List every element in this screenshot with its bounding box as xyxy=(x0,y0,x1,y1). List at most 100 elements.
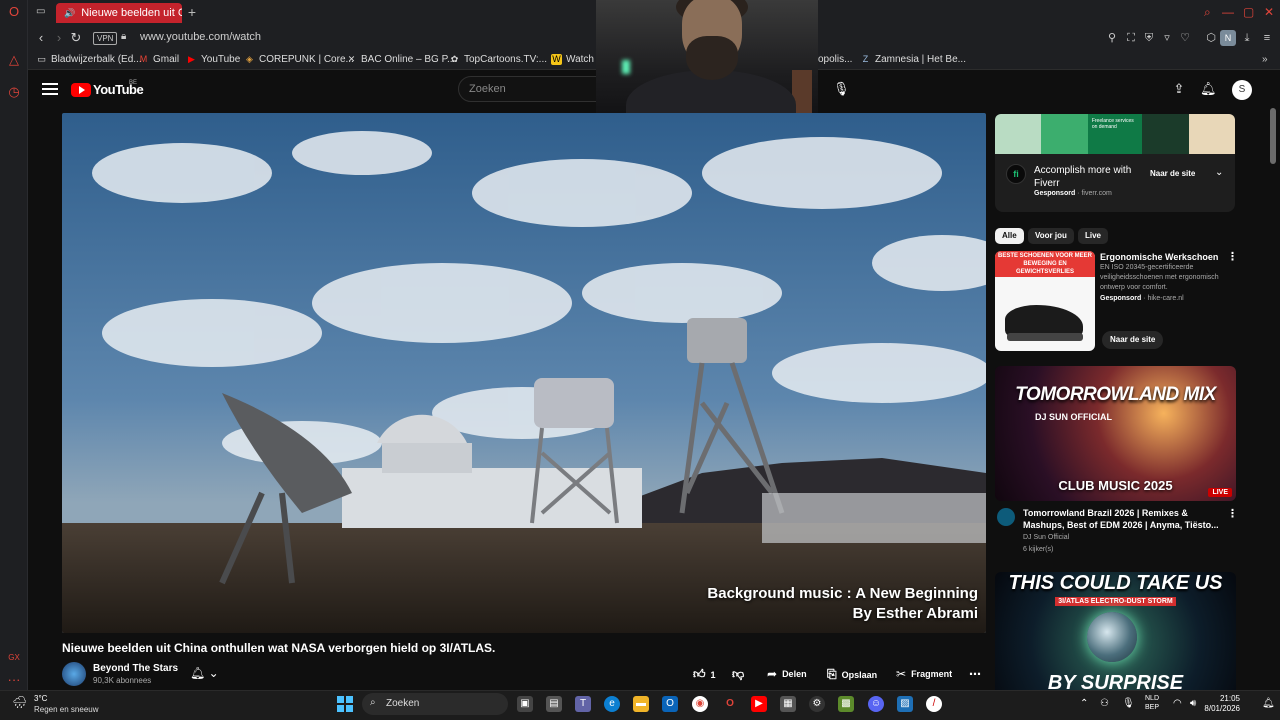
next-video-thumbnail[interactable]: THIS COULD TAKE US 3I/ATLAS ELECTRO-DUST… xyxy=(995,572,1236,690)
bookmark-opolis[interactable]: opolis... xyxy=(818,54,852,65)
vpn-badge[interactable]: VPN xyxy=(93,32,118,45)
more-icon[interactable]: ··· xyxy=(6,672,22,688)
lock-icon[interactable]: 🔒︎ xyxy=(121,31,126,42)
reload-icon[interactable]: ↻ xyxy=(68,30,84,46)
channel-avatar[interactable] xyxy=(62,662,86,686)
app-icon[interactable]: / xyxy=(926,696,942,712)
tray-mic-icon[interactable]: 🎙︎ xyxy=(1122,698,1135,709)
maximize-icon[interactable]: ▢ xyxy=(1243,5,1254,19)
extensions-icon[interactable]: ⬡ xyxy=(1204,31,1218,45)
bookmarks-overflow-icon[interactable]: » xyxy=(1262,54,1268,65)
heart-icon[interactable]: ♡ xyxy=(1178,31,1192,45)
opera-logo-icon[interactable]: O xyxy=(6,4,22,20)
shield-icon[interactable]: ⛨ xyxy=(1142,31,1156,45)
live-video-thumbnail[interactable]: TOMORROWLAND MIX DJ SUN OFFICIAL CLUB MU… xyxy=(995,366,1236,501)
history-icon[interactable]: ◷ xyxy=(6,84,22,100)
live-channel-avatar[interactable] xyxy=(997,508,1015,526)
search-tabs-icon[interactable]: ⌕ xyxy=(1204,5,1211,20)
dislike-button[interactable]: 👎︎ xyxy=(732,667,744,682)
chrome-icon[interactable]: ◉ xyxy=(692,696,708,712)
ad-cta-button[interactable]: Naar de site xyxy=(1150,169,1195,178)
weather-icon[interactable]: 🌧︎ xyxy=(12,694,30,710)
tab-active[interactable]: 🔊 Nieuwe beelden uit Chi xyxy=(56,3,182,23)
forward-icon[interactable]: › xyxy=(51,30,67,46)
tab-menu-icon[interactable]: ▭ xyxy=(36,6,48,18)
easy-setup-icon[interactable]: ≡ xyxy=(1260,31,1274,45)
save-button[interactable]: ⎘ Opslaan xyxy=(827,667,877,682)
bookmark-bac[interactable]: ✕ BAC Online – BG P... xyxy=(346,54,456,65)
microphone-icon[interactable]: 🎙︎ xyxy=(833,81,850,97)
shoe-ad-thumbnail[interactable]: BESTE SCHOENEN VOOR MEER BEWEGING EN GEW… xyxy=(995,251,1095,351)
chip-for-you[interactable]: Voor jou xyxy=(1028,228,1074,244)
file-explorer-icon[interactable]: ▬ xyxy=(633,696,649,712)
bookmark-corepunk[interactable]: ◈ COREPUNK | Core... xyxy=(244,54,354,65)
snapshot-icon[interactable]: ⛶ xyxy=(1124,31,1138,45)
chevron-down-icon[interactable]: ⌄ xyxy=(1215,167,1223,178)
chip-all[interactable]: Alle xyxy=(995,228,1024,244)
calculator-icon[interactable]: ▦ xyxy=(780,696,796,712)
teams-icon[interactable]: T xyxy=(575,696,591,712)
live-video-title[interactable]: Tomorrowland Brazil 2026 | Remixes & Mas… xyxy=(1023,507,1223,531)
account-avatar[interactable]: S xyxy=(1232,80,1252,100)
minimize-icon[interactable]: — xyxy=(1222,5,1234,19)
taskbar-clock[interactable]: 21:05 8/01/2026 xyxy=(1200,694,1240,714)
download-icon[interactable]: ⤓ xyxy=(1240,31,1254,45)
url-field[interactable]: www.youtube.com/watch xyxy=(140,31,261,43)
live-video-channel[interactable]: DJ Sun Official xyxy=(1023,534,1069,541)
bookmark-youtube[interactable]: ▶ YouTube xyxy=(186,54,240,65)
bookmark-topcartoons[interactable]: ✿ TopCartoons.TV:... xyxy=(449,54,547,65)
taskbar-search[interactable]: Zoeken xyxy=(362,693,508,715)
live-video-menu-icon[interactable]: ⋮ xyxy=(1227,507,1238,520)
tray-overflow-icon[interactable]: ⌃ xyxy=(1080,698,1088,709)
weather-condition[interactable]: Regen en sneeuw xyxy=(34,705,99,714)
wifi-icon[interactable]: ◠ xyxy=(1173,698,1182,709)
weather-temperature[interactable]: 3°C xyxy=(34,694,47,703)
chip-live[interactable]: Live xyxy=(1078,228,1109,244)
youtube-logo-icon[interactable] xyxy=(71,83,91,97)
profile-icon[interactable]: N xyxy=(1220,30,1236,46)
upload-icon[interactable]: ⇪ xyxy=(1171,81,1187,97)
bookmark-folder[interactable]: ▭ Bladwijzerbalk (Ed... xyxy=(36,54,141,65)
ad-banner-image[interactable]: Freelance services on demand xyxy=(995,114,1235,154)
like-button[interactable]: 👍︎ 1 xyxy=(693,667,716,682)
wallet-icon[interactable]: ▿ xyxy=(1160,31,1174,45)
shoe-ad-menu-icon[interactable]: ⋮ xyxy=(1227,250,1238,263)
video-player[interactable]: Background music : A New Beginning By Es… xyxy=(62,113,986,633)
steam-icon[interactable]: ⚙ xyxy=(809,696,825,712)
youtube-app-icon[interactable]: ▶ xyxy=(751,696,767,712)
tray-app-icon[interactable]: ⚇ xyxy=(1100,698,1109,709)
channel-name[interactable]: Beyond The Stars xyxy=(93,663,178,674)
new-tab-button[interactable]: + xyxy=(184,4,200,20)
share-button[interactable]: ➦ Delen xyxy=(767,667,807,681)
opera-gx-icon[interactable]: O xyxy=(722,696,738,712)
outlook-icon[interactable]: O xyxy=(662,696,678,712)
bookmark-zamnesia[interactable]: Z Zamnesia | Het Be... xyxy=(860,54,966,65)
bookmark-gmail[interactable]: M Gmail xyxy=(138,54,179,65)
close-icon[interactable]: ✕ xyxy=(1264,5,1274,19)
store-icon[interactable]: ▤ xyxy=(546,696,562,712)
back-icon[interactable]: ‹ xyxy=(33,30,49,46)
photos-icon[interactable]: ▨ xyxy=(897,696,913,712)
volume-icon[interactable]: 🔊︎ xyxy=(1190,698,1196,709)
aria-icon[interactable]: △ xyxy=(6,52,22,68)
language-indicator[interactable]: NLD BEP xyxy=(1145,694,1159,712)
more-actions-icon[interactable]: ⋯ xyxy=(969,667,981,681)
minecraft-icon[interactable]: ▩ xyxy=(838,696,854,712)
speaker-icon[interactable]: 🔊 xyxy=(64,8,75,19)
shoe-ad-cta-button[interactable]: Naar de site xyxy=(1102,331,1164,349)
video-frame xyxy=(62,113,986,633)
shoe-ad-title[interactable]: Ergonomische Werkschoen xyxy=(1100,251,1218,263)
ad-title[interactable]: Accomplish more with Fiverr xyxy=(1034,164,1144,190)
gx-icon[interactable]: GX xyxy=(6,650,22,666)
clip-button[interactable]: ✂ Fragment xyxy=(896,667,952,681)
notifications-icon[interactable]: 🔔︎ xyxy=(1262,698,1275,709)
notifications-bell-icon[interactable]: 🔔︎ xyxy=(1200,81,1217,97)
edge-icon[interactable]: e xyxy=(604,696,620,712)
discord-icon[interactable]: ☺ xyxy=(868,696,884,712)
page-scrollbar[interactable] xyxy=(1270,108,1276,164)
task-view-icon[interactable]: ▣ xyxy=(517,696,533,712)
start-button[interactable] xyxy=(337,696,353,712)
pin-icon[interactable]: ⚲ xyxy=(1105,31,1119,45)
guide-menu-icon[interactable] xyxy=(42,81,58,97)
subscription-bell-icon[interactable]: 🔔︎ ⌄ xyxy=(190,666,219,680)
